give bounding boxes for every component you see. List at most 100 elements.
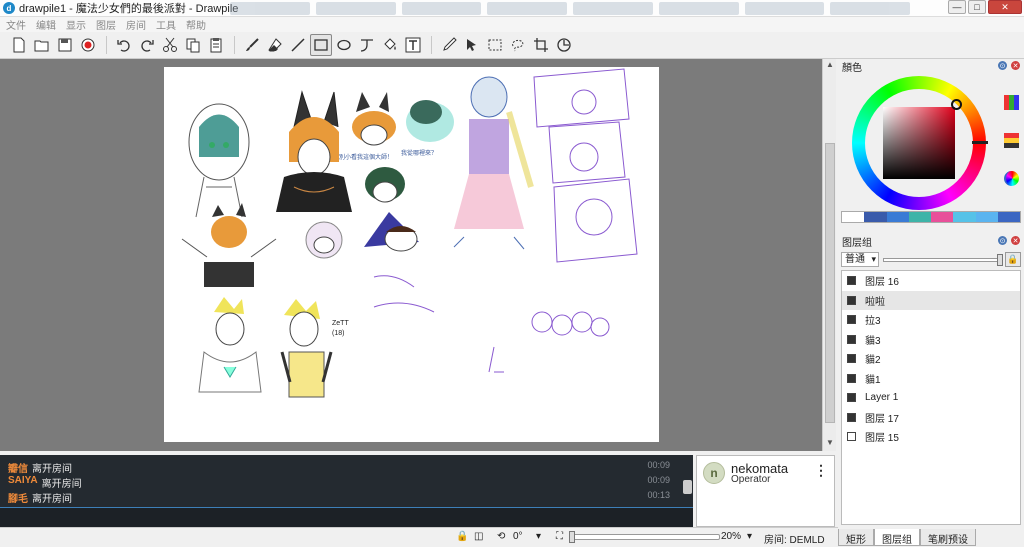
swatch[interactable]: [886, 212, 909, 222]
chat-scroll-thumb[interactable]: [683, 480, 692, 494]
annotation-icon[interactable]: [553, 34, 575, 56]
color-sliders-icon[interactable]: [1004, 133, 1019, 148]
rotation-value[interactable]: 0°: [513, 531, 523, 542]
tab-brush-presets[interactable]: 笔刷预设: [920, 529, 976, 546]
rectangle-icon[interactable]: [310, 34, 332, 56]
crop-icon[interactable]: [530, 34, 552, 56]
select-rect-icon[interactable]: [484, 34, 506, 56]
layer-item[interactable]: 貓2: [842, 349, 1020, 369]
chat-scrollbar[interactable]: [683, 458, 692, 506]
rotate-icon[interactable]: ⟲: [497, 531, 505, 542]
scroll-thumb[interactable]: [825, 143, 835, 423]
more-options-icon[interactable]: ⋮: [814, 462, 828, 479]
layer-item[interactable]: 啦啦: [842, 290, 1020, 310]
color-picker-icon[interactable]: [438, 34, 460, 56]
layer-item[interactable]: Layer 1: [842, 388, 1020, 408]
layer-item[interactable]: 拉3: [842, 310, 1020, 330]
tab-layers[interactable]: 图层组: [874, 529, 920, 546]
layer-item[interactable]: 图层 17: [842, 408, 1020, 428]
brush-icon[interactable]: [241, 34, 263, 56]
menu-room[interactable]: 房间: [126, 17, 146, 32]
drawing-canvas[interactable]: ZeTT (18) 別小看我這個大師！ 我從哪裡來？: [164, 67, 659, 442]
float-panel-icon[interactable]: ⊙: [998, 61, 1007, 70]
fill-icon[interactable]: [379, 34, 401, 56]
canvas-area[interactable]: ZeTT (18) 別小看我這個大師！ 我從哪裡來？: [0, 59, 822, 451]
layer-visibility-checkbox[interactable]: [847, 432, 856, 442]
layer-visibility-checkbox[interactable]: [847, 334, 856, 344]
swatch[interactable]: [842, 212, 865, 222]
bezier-icon[interactable]: [356, 34, 378, 56]
layer-opacity-slider[interactable]: [883, 254, 1003, 266]
close-button[interactable]: ✕: [988, 0, 1022, 14]
menu-view[interactable]: 显示: [66, 17, 86, 32]
record-icon[interactable]: [77, 34, 99, 56]
layer-visibility-checkbox[interactable]: [847, 373, 856, 383]
layer-visibility-checkbox[interactable]: [847, 276, 856, 286]
new-file-icon[interactable]: [8, 34, 30, 56]
layer-visibility-checkbox[interactable]: [847, 354, 856, 364]
swatch[interactable]: [864, 212, 887, 222]
rotation-dropdown-icon[interactable]: ▾: [536, 531, 541, 542]
ellipse-icon[interactable]: [333, 34, 355, 56]
canvas-label-zett: ZeTT: [332, 320, 349, 327]
layer-visibility-checkbox[interactable]: [847, 393, 856, 403]
lock-layer-icon[interactable]: 🔒: [1005, 252, 1021, 267]
sketch-blond-boy-1: [198, 297, 262, 393]
layer-item[interactable]: 貓3: [842, 330, 1020, 350]
palette-grid-icon[interactable]: [1004, 95, 1019, 110]
scroll-down-arrow-icon[interactable]: ▼: [823, 438, 837, 450]
swatch[interactable]: [953, 212, 976, 222]
blend-mode-select[interactable]: 普通: [841, 252, 879, 267]
paste-icon[interactable]: [205, 34, 227, 56]
swatch[interactable]: [931, 212, 954, 222]
maximize-button[interactable]: □: [968, 0, 986, 14]
zoom-fit-icon[interactable]: ⛶: [556, 531, 563, 542]
undo-icon[interactable]: [113, 34, 135, 56]
close-panel-icon[interactable]: ✕: [1011, 61, 1020, 70]
scroll-up-arrow-icon[interactable]: ▲: [823, 60, 837, 72]
swatch[interactable]: [997, 212, 1020, 222]
swatch[interactable]: [975, 212, 998, 222]
network-icon: ◫: [474, 531, 484, 542]
menu-help[interactable]: 帮助: [186, 17, 206, 32]
menu-file[interactable]: 文件: [6, 17, 26, 32]
close-panel-icon[interactable]: ✕: [1011, 236, 1020, 245]
save-icon[interactable]: [54, 34, 76, 56]
select-lasso-icon[interactable]: [507, 34, 529, 56]
eraser-icon[interactable]: [264, 34, 286, 56]
cut-icon[interactable]: [159, 34, 181, 56]
layer-item[interactable]: 图层 16: [842, 271, 1020, 291]
text-icon[interactable]: [402, 34, 424, 56]
swatch[interactable]: [908, 212, 931, 222]
float-panel-icon[interactable]: ⊙: [998, 236, 1007, 245]
color-picker-handle[interactable]: [951, 99, 962, 110]
zoom-slider-knob[interactable]: [569, 531, 575, 543]
layer-item[interactable]: 貓1: [842, 369, 1020, 389]
color-wheel-mode-icon[interactable]: [1004, 171, 1019, 186]
layer-visibility-checkbox[interactable]: [847, 295, 856, 305]
menu-layer[interactable]: 图层: [96, 17, 116, 32]
color-wheel[interactable]: [852, 76, 988, 210]
zoom-slider[interactable]: [569, 531, 720, 543]
zoom-value[interactable]: 20%: [721, 531, 741, 542]
menu-edit[interactable]: 编辑: [36, 17, 56, 32]
layer-item[interactable]: 图层 15: [842, 427, 1020, 447]
menu-tools[interactable]: 工具: [156, 17, 176, 32]
hue-marker[interactable]: [972, 141, 988, 144]
zoom-dropdown-icon[interactable]: ▾: [747, 531, 752, 542]
redo-icon[interactable]: [136, 34, 158, 56]
opacity-knob[interactable]: [997, 254, 1003, 266]
laser-pointer-icon[interactable]: [461, 34, 483, 56]
saturation-value-square[interactable]: [883, 107, 955, 179]
chat-input[interactable]: [0, 507, 693, 527]
layer-name: 貓2: [865, 355, 881, 367]
canvas-vertical-scrollbar[interactable]: ▲ ▼: [822, 59, 836, 451]
layer-visibility-checkbox[interactable]: [847, 412, 856, 422]
color-swatches[interactable]: [841, 211, 1021, 223]
open-folder-icon[interactable]: [31, 34, 53, 56]
tab-rectangle[interactable]: 矩形: [838, 529, 874, 546]
minimize-button[interactable]: —: [948, 0, 966, 14]
line-icon[interactable]: [287, 34, 309, 56]
copy-icon[interactable]: [182, 34, 204, 56]
layer-visibility-checkbox[interactable]: [847, 315, 856, 325]
